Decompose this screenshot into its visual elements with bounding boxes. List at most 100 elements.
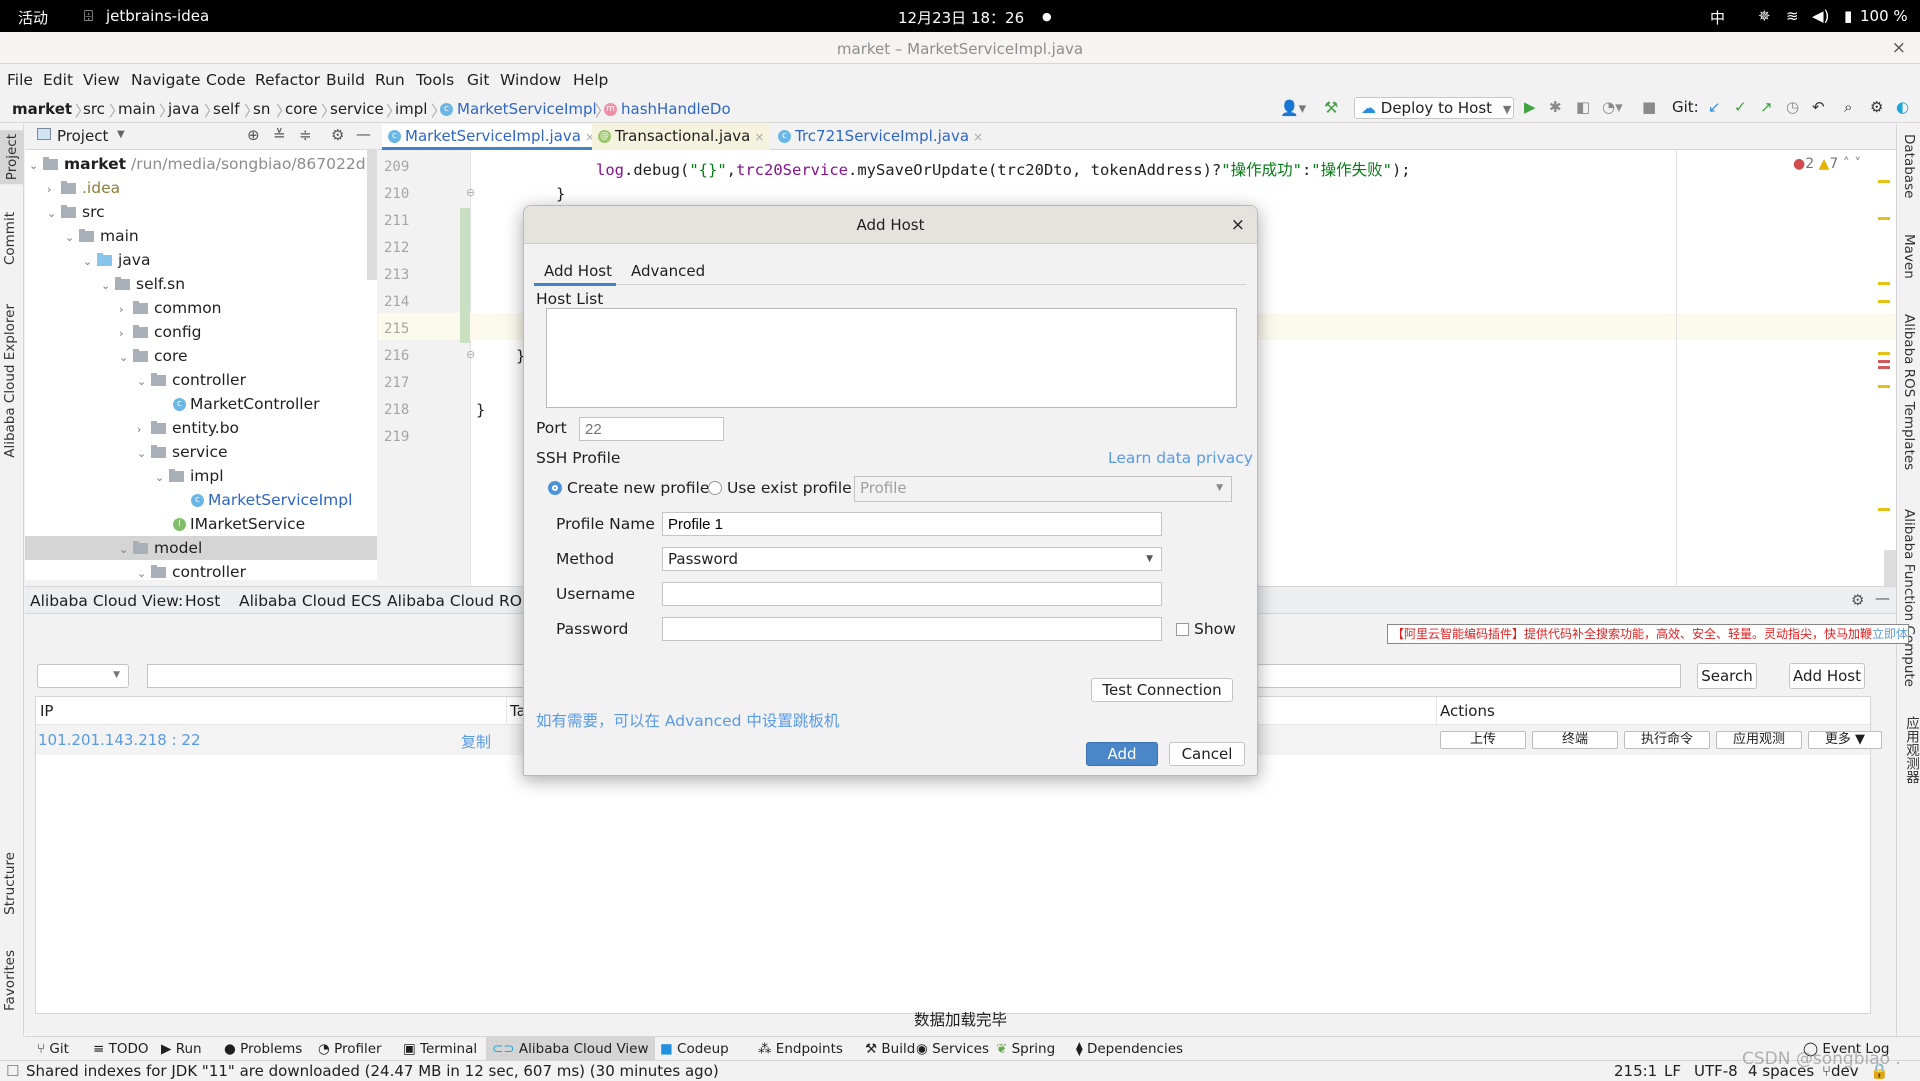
app-name[interactable]: jetbrains-idea — [106, 7, 209, 25]
upload-button[interactable]: 上传 — [1440, 731, 1526, 749]
tool-problems[interactable]: ● Problems — [218, 1037, 308, 1061]
caret-position[interactable]: 215:1 — [1614, 1061, 1657, 1081]
run-icon[interactable]: ▶ — [1524, 98, 1536, 116]
hide-panel-icon[interactable]: — — [1875, 589, 1890, 607]
tool-terminal[interactable]: ▣ Terminal — [397, 1037, 483, 1061]
promo-try-link[interactable]: 立即体验 — [1872, 627, 1908, 641]
gear-icon[interactable]: ⚙ — [331, 126, 344, 144]
app-observe-button[interactable]: 应用观测 — [1716, 731, 1802, 749]
tree-item-common[interactable]: › common — [25, 296, 377, 320]
search-button[interactable]: Search — [1697, 663, 1757, 689]
tree-item-src[interactable]: ⌄ src — [25, 200, 377, 224]
chevron-down-icon[interactable]: ⌄ — [155, 466, 169, 490]
tab-transactional[interactable]: @ Transactional.java × — [592, 124, 771, 150]
tool-services[interactable]: ◉ Services — [910, 1037, 995, 1061]
build-hammer-icon[interactable]: ⚒ — [1324, 98, 1338, 117]
deploy-to-host-dropdown[interactable]: ☁ Deploy to Host ▼ — [1354, 97, 1514, 119]
menu-navigate[interactable]: Navigate — [131, 71, 201, 89]
tool-tab-alibaba-function-compute[interactable]: Alibaba Function Compute — [1901, 509, 1917, 687]
tree-item-market-service-impl[interactable]: c MarketServiceImpl — [25, 488, 377, 512]
debug-icon[interactable]: ✱ — [1549, 98, 1562, 116]
hide-panel-icon[interactable]: — — [356, 125, 371, 143]
tool-alibaba-cloud-view[interactable]: ⊂⊃ Alibaba Cloud View — [486, 1037, 655, 1061]
error-stripe-mark[interactable] — [1878, 300, 1890, 303]
error-stripe-mark[interactable] — [1878, 385, 1890, 388]
tree-item-market-controller[interactable]: c MarketController — [25, 392, 377, 416]
chevron-down-icon[interactable]: ⌄ — [119, 346, 133, 370]
error-stripe-mark[interactable] — [1878, 217, 1890, 220]
test-connection-button[interactable]: Test Connection — [1091, 678, 1233, 702]
chevron-down-icon[interactable]: ⌄ — [101, 274, 115, 298]
dialog-tab-add-host[interactable]: Add Host — [534, 256, 616, 286]
menu-edit[interactable]: Edit — [43, 71, 73, 89]
activities-button[interactable]: 活动 — [18, 7, 48, 28]
tree-item-config[interactable]: › config — [25, 320, 377, 344]
tool-tab-database[interactable]: Database — [1901, 134, 1917, 198]
close-tab-icon[interactable]: × — [973, 130, 983, 144]
vcs-user-icon[interactable]: 👤▾ — [1280, 99, 1306, 117]
git-history-icon[interactable]: ◷ — [1786, 98, 1799, 116]
advanced-jump-host-hint[interactable]: 如有需要，可以在 Advanced 中设置跳板机 — [536, 709, 839, 731]
gear-icon[interactable]: ⚙ — [1851, 591, 1864, 609]
tool-tab-favorites[interactable]: Favorites — [2, 950, 18, 1011]
close-tab-icon[interactable]: × — [754, 130, 764, 144]
tool-tab-alibaba-ros-templates[interactable]: Alibaba ROS Templates — [1901, 314, 1917, 470]
tree-item-model[interactable]: ⌄ model — [25, 536, 377, 560]
add-button[interactable]: Add — [1086, 742, 1158, 766]
window-close-button[interactable]: × — [1892, 38, 1906, 58]
menu-help[interactable]: Help — [573, 71, 608, 89]
tab-trc721-service-impl[interactable]: c Trc721ServiceImpl.java × — [772, 124, 989, 150]
breadcrumb-class[interactable]: c MarketServiceImpl — [440, 100, 597, 118]
terminal-button[interactable]: 终端 — [1532, 731, 1618, 749]
menu-view[interactable]: View — [83, 71, 120, 89]
tree-item-entity-bo[interactable]: › entity.bo — [25, 416, 377, 440]
radio-create-new-profile[interactable]: Create new profile — [548, 479, 709, 497]
radio-use-exist-profile[interactable]: Use exist profile — [708, 479, 852, 497]
chevron-right-icon[interactable]: › — [119, 322, 133, 346]
git-update-icon[interactable]: ↙ — [1708, 98, 1721, 116]
tool-tab-structure[interactable]: Structure — [2, 852, 18, 915]
git-rollback-icon[interactable]: ↶ — [1812, 98, 1825, 116]
add-host-button[interactable]: Add Host — [1789, 663, 1865, 689]
username-input[interactable] — [662, 582, 1162, 606]
tree-item-impl[interactable]: ⌄ impl — [25, 464, 377, 488]
inspection-widget[interactable]: ●2 ▲7 ˄ ˅ — [1793, 156, 1861, 172]
clock[interactable]: 12月23日 18：26 — [898, 7, 1024, 28]
cloud-tab-ros[interactable]: Alibaba Cloud ROS — [387, 592, 532, 610]
tool-endpoints[interactable]: ⁂ Endpoints — [752, 1037, 849, 1061]
menu-build[interactable]: Build — [326, 71, 365, 89]
profile-name-input[interactable] — [662, 512, 1162, 536]
chevron-down-icon[interactable]: ⌄ — [137, 370, 151, 394]
fold-icon[interactable]: ⊖ — [466, 348, 475, 361]
expand-all-icon[interactable]: ≚ — [273, 126, 286, 144]
search-everywhere-icon[interactable]: ⌕ — [1844, 98, 1852, 116]
brightness-icon[interactable]: ✵ — [1758, 7, 1771, 25]
tool-git[interactable]: ⑂ Git — [31, 1037, 75, 1061]
tool-tab-project[interactable]: Project — [0, 130, 24, 185]
breadcrumb-sn[interactable]: sn — [253, 100, 270, 118]
error-stripe-mark[interactable] — [1878, 360, 1890, 363]
tree-item-imarket-service[interactable]: I IMarketService — [25, 512, 377, 536]
chevron-right-icon[interactable]: › — [119, 298, 133, 322]
tool-tab-app-observer[interactable]: 应用观测器 — [1901, 716, 1920, 784]
error-stripe-mark[interactable] — [1878, 282, 1890, 285]
menu-window[interactable]: Window — [500, 71, 561, 89]
git-push-icon[interactable]: ↗ — [1760, 98, 1773, 116]
tree-item-java[interactable]: ⌄ java — [25, 248, 377, 272]
chevron-right-icon[interactable]: › — [47, 178, 61, 202]
menu-run[interactable]: Run — [375, 71, 405, 89]
chevron-down-icon[interactable]: ▼ — [117, 129, 125, 140]
locate-file-icon[interactable]: ⊕ — [247, 126, 260, 144]
cancel-button[interactable]: Cancel — [1169, 742, 1245, 766]
chevron-down-icon[interactable]: ⌄ — [65, 226, 79, 250]
copy-ip-link[interactable]: 复制 — [461, 731, 491, 752]
chevron-down-icon[interactable]: ⌄ — [47, 202, 61, 226]
tree-item-service[interactable]: ⌄ service — [25, 440, 377, 464]
dialog-close-button[interactable]: × — [1231, 206, 1245, 244]
breadcrumb-market[interactable]: market — [12, 100, 72, 118]
cloud-tab-ecs[interactable]: Alibaba Cloud ECS — [239, 592, 381, 610]
input-method[interactable]: 中 — [1710, 7, 1725, 28]
learn-data-privacy-link[interactable]: Learn data privacy — [1108, 449, 1253, 467]
prev-highlight-icon[interactable]: ˄ — [1843, 156, 1850, 172]
git-commit-icon[interactable]: ✓ — [1734, 98, 1747, 116]
